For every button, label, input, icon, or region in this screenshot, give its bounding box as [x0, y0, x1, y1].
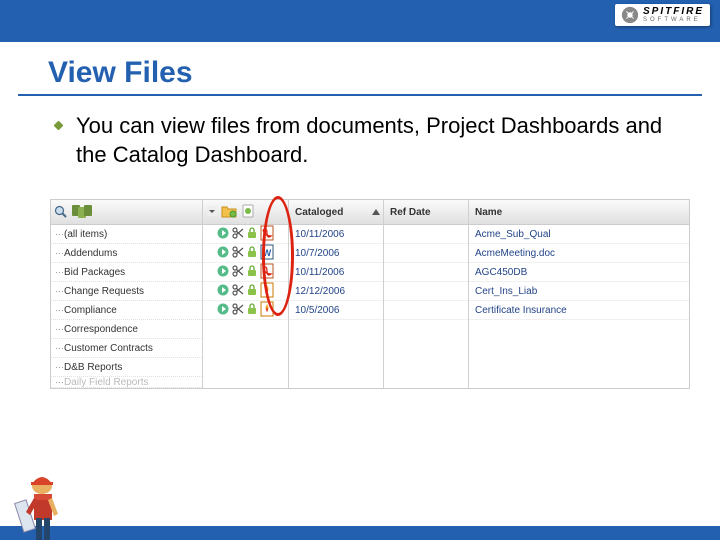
- cataloged-column: Cataloged 10/11/200610/7/200610/11/20061…: [289, 200, 384, 388]
- filetype-icon[interactable]: [260, 263, 274, 282]
- name-cell[interactable]: AGC450DB: [469, 263, 689, 282]
- refdate-column: Ref Date: [384, 200, 469, 388]
- sidebar-column: ⋯(all items)⋯Addendums⋯Bid Packages⋯Chan…: [51, 200, 203, 388]
- name-cell[interactable]: AcmeMeeting.doc: [469, 244, 689, 263]
- tree-connector-icon: ⋯: [55, 343, 62, 354]
- svg-text:W: W: [263, 248, 272, 258]
- filetype-icon[interactable]: [260, 282, 274, 301]
- go-icon[interactable]: [217, 284, 229, 299]
- page-title: View Files: [18, 42, 702, 96]
- go-icon[interactable]: [217, 227, 229, 242]
- name-cell[interactable]: Certificate Insurance: [469, 301, 689, 320]
- scissors-icon[interactable]: [232, 303, 244, 318]
- action-row: [203, 225, 288, 244]
- attach-icon[interactable]: [241, 204, 255, 221]
- cataloged-cell: 12/12/2006: [289, 282, 383, 301]
- pages-icon[interactable]: [71, 203, 95, 221]
- tree-connector-icon: ⋯: [55, 248, 62, 259]
- brand-name: SPITFIRE: [643, 7, 704, 17]
- bullet-text: You can view files from documents, Proje…: [76, 112, 690, 169]
- sidebar-item[interactable]: ⋯Bid Packages: [51, 263, 202, 282]
- tree-connector-icon: ⋯: [55, 362, 62, 373]
- lock-icon[interactable]: [247, 265, 257, 280]
- sidebar-item[interactable]: ⋯Change Requests: [51, 282, 202, 301]
- sidebar-item[interactable]: ⋯(all items): [51, 225, 202, 244]
- refdate-cell: [384, 301, 468, 320]
- brand-logo: SPITFIRE SOFTWARE: [615, 4, 710, 26]
- dropdown-icon[interactable]: [207, 206, 217, 219]
- sidebar-header: [51, 200, 202, 225]
- magnifier-icon[interactable]: [54, 205, 68, 219]
- cataloged-cell: 10/7/2006: [289, 244, 383, 263]
- name-cell[interactable]: Cert_Ins_Liab: [469, 282, 689, 301]
- tree-connector-icon: ⋯: [55, 305, 62, 316]
- folder-icon[interactable]: [221, 204, 237, 221]
- action-row: [203, 282, 288, 301]
- slide-footer: [0, 526, 720, 540]
- tree-connector-icon: ⋯: [55, 229, 62, 240]
- tree-connector-icon: ⋯: [55, 324, 62, 335]
- refdate-cell: [384, 244, 468, 263]
- cataloged-header[interactable]: Cataloged: [289, 200, 383, 225]
- actions-column: W: [203, 200, 289, 388]
- sidebar-item[interactable]: ⋯Correspondence: [51, 320, 202, 339]
- refdate-cell: [384, 263, 468, 282]
- filetype-icon[interactable]: [260, 301, 274, 320]
- sidebar-item[interactable]: ⋯Addendums: [51, 244, 202, 263]
- name-column: Name Acme_Sub_QualAcmeMeeting.docAGC450D…: [469, 200, 689, 388]
- name-header-label: Name: [475, 207, 502, 218]
- brand-sub: SOFTWARE: [643, 17, 704, 23]
- cataloged-cell: 10/5/2006: [289, 301, 383, 320]
- lock-icon[interactable]: [247, 284, 257, 299]
- sidebar-item[interactable]: ⋯D&B Reports: [51, 358, 202, 377]
- refdate-header[interactable]: Ref Date: [384, 200, 468, 225]
- action-row: W: [203, 244, 288, 263]
- scissors-icon[interactable]: [232, 227, 244, 242]
- catalog-screenshot: ⋯(all items)⋯Addendums⋯Bid Packages⋯Chan…: [50, 199, 690, 389]
- sidebar-item[interactable]: ⋯Compliance: [51, 301, 202, 320]
- refdate-cell: [384, 282, 468, 301]
- scissors-icon[interactable]: [232, 246, 244, 261]
- go-icon[interactable]: [217, 246, 229, 261]
- tree-connector-icon: ⋯: [55, 267, 62, 278]
- spitfire-logo-icon: [621, 6, 639, 24]
- name-header[interactable]: Name: [469, 200, 689, 225]
- scissors-icon[interactable]: [232, 284, 244, 299]
- tree-connector-icon: ⋯: [55, 377, 62, 388]
- cataloged-header-label: Cataloged: [295, 207, 343, 218]
- sidebar-item[interactable]: ⋯Daily Field Reports: [51, 377, 202, 388]
- go-icon[interactable]: [217, 265, 229, 280]
- refdate-cell: [384, 225, 468, 244]
- lock-icon[interactable]: [247, 227, 257, 242]
- tree-connector-icon: ⋯: [55, 286, 62, 297]
- cataloged-cell: 10/11/2006: [289, 263, 383, 282]
- go-icon[interactable]: [217, 303, 229, 318]
- slide-header: SPITFIRE SOFTWARE: [0, 0, 720, 42]
- actions-header: [203, 200, 288, 225]
- name-cell[interactable]: Acme_Sub_Qual: [469, 225, 689, 244]
- sort-asc-icon: [372, 209, 380, 215]
- cataloged-cell: 10/11/2006: [289, 225, 383, 244]
- filetype-icon[interactable]: [260, 225, 274, 244]
- action-row: [203, 301, 288, 320]
- sidebar-item[interactable]: ⋯Customer Contracts: [51, 339, 202, 358]
- scissors-icon[interactable]: [232, 265, 244, 280]
- refdate-header-label: Ref Date: [390, 207, 431, 218]
- bullet-icon: [54, 121, 64, 131]
- action-row: [203, 263, 288, 282]
- filetype-icon[interactable]: W: [260, 244, 274, 263]
- lock-icon[interactable]: [247, 303, 257, 318]
- bullet-item: You can view files from documents, Proje…: [0, 96, 720, 169]
- lock-icon[interactable]: [247, 246, 257, 261]
- construction-worker-graphic: [14, 468, 74, 540]
